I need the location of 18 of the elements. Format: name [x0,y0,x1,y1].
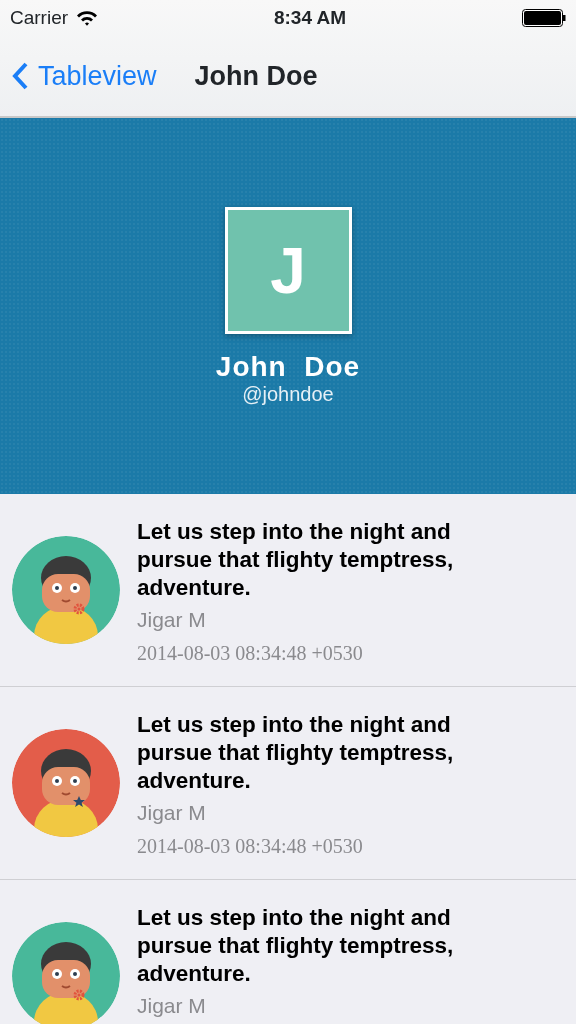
back-button[interactable]: Tableview [12,55,157,97]
profile-initial-tile: J [224,207,352,335]
screen-title: John Doe [194,59,318,93]
clock-time: 8:34 AM [273,5,347,30]
battery-icon [522,9,566,27]
carrier-label: Carrier [10,5,69,30]
wifi-icon [76,10,99,26]
post-text: Let us step into the night and pursue that flighty temptress, adventure. [137,711,455,795]
post-text: Let us step into the night and pursue that flighty temptress, adventure. [137,904,455,988]
profile-name: John Doe [215,352,361,383]
author-name: Jigar M [137,800,207,826]
post-text: Let us step into the night and pursue that flighty temptress, adventure. [137,518,455,602]
back-chevron-icon [12,62,28,90]
post-date: 2014-08-03 08:34:48 +0530 [137,641,364,666]
author-name: Jigar M [137,993,207,1019]
post-date: 2014-08-03 08:34:48 +0530 [137,834,364,859]
author-name: Jigar M [137,607,207,633]
profile-handle: @johndoe [242,382,334,405]
